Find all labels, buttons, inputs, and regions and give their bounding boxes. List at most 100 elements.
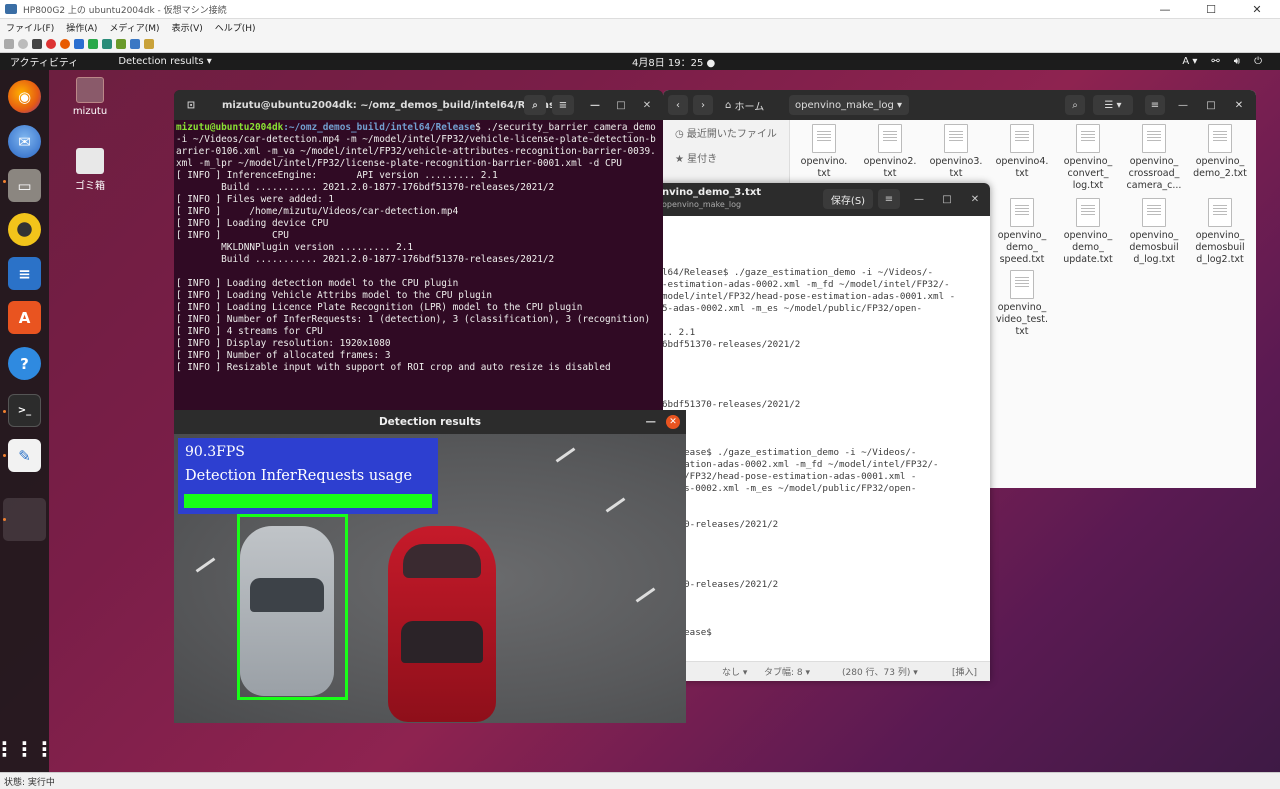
desktop-icon-label: ゴミ箱 bbox=[75, 181, 105, 192]
breadcrumb-home-label: ホーム bbox=[734, 101, 765, 113]
sidebar-item-starred[interactable]: ★ 星付き bbox=[663, 145, 789, 170]
dock-active-highlight bbox=[3, 498, 46, 541]
sidebar-item-recent[interactable]: ◷ 最近開いたファイル bbox=[663, 120, 789, 145]
firefox-icon[interactable]: ◉ bbox=[8, 80, 41, 113]
insert-mode: [挿入] bbox=[952, 668, 978, 678]
file-item[interactable]: openvino3. txt bbox=[925, 124, 987, 180]
save-state-icon[interactable] bbox=[60, 38, 70, 49]
rhythmbox-icon[interactable] bbox=[8, 213, 41, 246]
shutdown-icon[interactable] bbox=[46, 38, 56, 49]
search-button[interactable]: ⌕ bbox=[524, 95, 546, 115]
editor-subtitle: openvino_make_log bbox=[662, 200, 742, 209]
file-name: openvino_ demo_ speed.txt bbox=[997, 230, 1047, 265]
file-item[interactable]: openvino_ demo_2.txt bbox=[1189, 124, 1251, 180]
trash-icon bbox=[76, 148, 104, 174]
enhanced-session-icon[interactable] bbox=[130, 38, 140, 49]
close-button[interactable]: ✕ bbox=[964, 189, 986, 209]
cursor-position[interactable]: (280 行、73 列) ▾ bbox=[842, 665, 918, 678]
menu-media[interactable]: メディア(M) bbox=[109, 21, 159, 34]
file-item[interactable]: openvino_ crossroad_ camera_c... bbox=[1123, 124, 1185, 192]
help-icon[interactable]: ? bbox=[8, 347, 41, 380]
show-apps-icon[interactable]: ⋮⋮⋮ bbox=[0, 732, 55, 765]
host-statusbar: 状態: 実行中 bbox=[0, 772, 1280, 789]
breadcrumb-folder[interactable]: openvino_make_log ▾ bbox=[789, 95, 909, 115]
view-options-button[interactable]: ☰ ▾ bbox=[1093, 95, 1133, 115]
minimize-button[interactable]: — bbox=[908, 189, 930, 209]
checkpoint-icon[interactable] bbox=[102, 38, 112, 49]
menu-file[interactable]: ファイル(F) bbox=[6, 21, 54, 34]
menu-button[interactable]: ≡ bbox=[1145, 95, 1165, 115]
files-icon[interactable]: ▭ bbox=[8, 169, 41, 202]
highlight-mode-button[interactable]: なし ▾ bbox=[722, 665, 747, 678]
running-dot bbox=[3, 518, 6, 521]
close-button[interactable]: ✕ bbox=[1229, 95, 1249, 115]
editor-text[interactable]: l64/Release$ ./gaze_estimation_demo -i ~… bbox=[662, 219, 982, 639]
close-button[interactable]: ✕ bbox=[666, 415, 680, 429]
editor-title: nvino_demo_3.txt bbox=[662, 187, 762, 198]
minimize-button[interactable]: — bbox=[1173, 95, 1193, 115]
file-item[interactable]: openvino2. txt bbox=[859, 124, 921, 180]
maximize-button[interactable]: □ bbox=[610, 95, 632, 115]
software-icon[interactable]: A bbox=[8, 301, 41, 334]
text-editor-icon[interactable]: ✎ bbox=[8, 439, 41, 472]
maximize-button[interactable]: □ bbox=[1201, 95, 1221, 115]
pause-icon[interactable] bbox=[74, 38, 84, 49]
menu-help[interactable]: ヘルプ(H) bbox=[215, 21, 256, 34]
close-button[interactable]: ✕ bbox=[636, 95, 658, 115]
clock[interactable]: 4月8日 19：25 ● bbox=[632, 54, 715, 69]
input-method-indicator[interactable]: A ▾ bbox=[1182, 56, 1197, 67]
power-icon[interactable]: ⏻ bbox=[1254, 56, 1262, 67]
file-item[interactable]: openvino_ demosbuil d_log2.txt bbox=[1189, 198, 1251, 266]
minimize-button[interactable]: — bbox=[584, 95, 606, 115]
back-button[interactable]: ‹ bbox=[668, 95, 688, 115]
file-item[interactable]: openvino_ demosbuil d_log.txt bbox=[1123, 198, 1185, 266]
maximize-button[interactable]: ☐ bbox=[1188, 0, 1234, 19]
turn-off-icon[interactable] bbox=[32, 38, 42, 49]
menu-action[interactable]: 操作(A) bbox=[66, 21, 97, 34]
breadcrumb-home[interactable]: ⌂ ホーム bbox=[719, 95, 770, 115]
vm-connect-icon bbox=[5, 4, 17, 14]
file-item[interactable]: openvino_ demo_ update.txt bbox=[1057, 198, 1119, 266]
terminal-output[interactable]: mizutu@ubuntu2004dk:~/omz_demos_build/in… bbox=[174, 120, 663, 376]
minimize-button[interactable]: — bbox=[646, 416, 657, 428]
fps-label: 90.3FPS bbox=[185, 444, 245, 460]
terminal-icon[interactable]: >_ bbox=[8, 394, 41, 427]
volume-icon[interactable]: 🔊︎ bbox=[1234, 56, 1240, 67]
save-button[interactable]: 保存(S) bbox=[823, 189, 873, 209]
minimize-button[interactable]: — bbox=[1142, 0, 1188, 19]
desktop-home-folder[interactable]: mizutu bbox=[65, 77, 115, 117]
menu-button[interactable]: ≡ bbox=[552, 95, 574, 115]
file-item[interactable]: openvino4. txt bbox=[991, 124, 1053, 180]
text-file-icon bbox=[1208, 198, 1232, 227]
desktop-trash[interactable]: ゴミ箱 bbox=[65, 148, 115, 192]
maximize-button[interactable]: □ bbox=[936, 189, 958, 209]
thunderbird-icon[interactable]: ✉ bbox=[8, 125, 41, 158]
share-icon[interactable] bbox=[144, 38, 154, 49]
file-item[interactable]: openvino_ convert_ log.txt bbox=[1057, 124, 1119, 192]
resume-icon[interactable] bbox=[88, 38, 98, 49]
text-file-icon bbox=[812, 124, 836, 153]
file-name: openvino_ crossroad_ camera_c... bbox=[1126, 156, 1182, 191]
tab-width-button[interactable]: タブ幅: 8 ▾ bbox=[764, 665, 810, 678]
file-item[interactable]: openvino_ video_test. txt bbox=[991, 270, 1053, 338]
file-item[interactable]: openvino_ demo_ speed.txt bbox=[991, 198, 1053, 266]
activities-button[interactable]: アクティビティ bbox=[10, 54, 78, 69]
menu-button[interactable]: ≡ bbox=[878, 189, 900, 209]
writer-icon[interactable]: ≡ bbox=[8, 257, 41, 290]
app-menu[interactable]: Detection results ▾ bbox=[118, 56, 211, 67]
new-tab-icon[interactable]: ⊡ bbox=[180, 95, 202, 115]
stats-overlay: 90.3FPS Detection InferRequests usage bbox=[178, 438, 438, 514]
menu-view[interactable]: 表示(V) bbox=[172, 21, 203, 34]
ctrl-alt-del-icon[interactable] bbox=[4, 38, 14, 49]
text-file-icon bbox=[878, 124, 902, 153]
file-item[interactable]: openvino. txt bbox=[793, 124, 855, 180]
forward-button[interactable]: › bbox=[693, 95, 713, 115]
close-button[interactable]: ✕ bbox=[1234, 0, 1280, 19]
revert-icon[interactable] bbox=[116, 38, 126, 49]
text-file-icon bbox=[944, 124, 968, 153]
start-icon[interactable] bbox=[18, 38, 28, 49]
search-button[interactable]: ⌕ bbox=[1065, 95, 1085, 115]
terminal-headerbar: ⊡ mizutu@ubuntu2004dk: ~/omz_demos_build… bbox=[174, 90, 663, 120]
host-title: HP800G2 上の ubuntu2004dk - 仮想マシン接続 bbox=[23, 5, 227, 16]
network-icon[interactable]: ⚯ bbox=[1211, 56, 1219, 67]
